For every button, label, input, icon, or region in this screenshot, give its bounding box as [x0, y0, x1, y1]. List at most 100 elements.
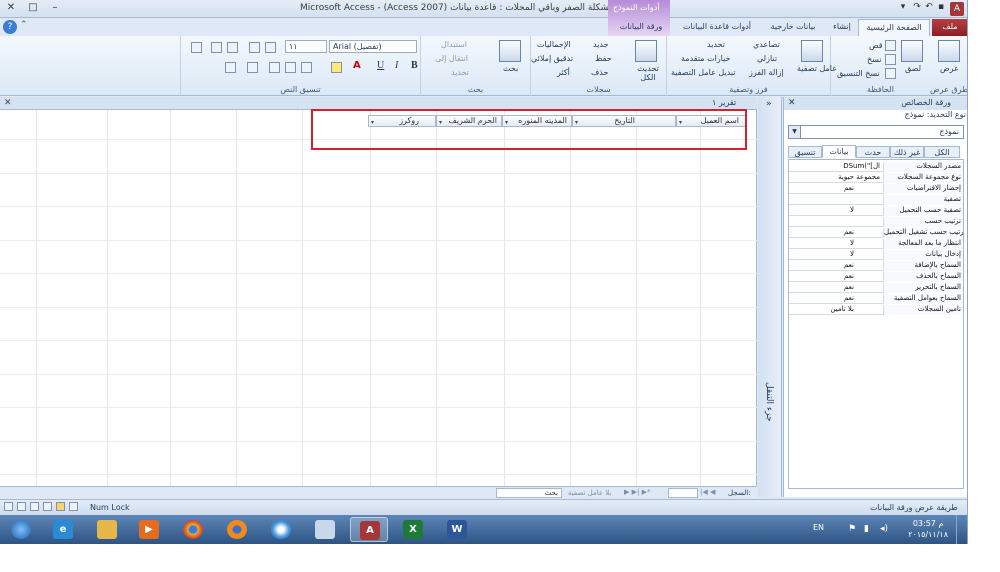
- qat-customize-icon[interactable]: ▾: [896, 2, 910, 15]
- gridlines-icon[interactable]: [247, 62, 258, 73]
- format-painter-button[interactable]: نسخ التنسيق: [837, 69, 880, 78]
- chrome-icon[interactable]: [174, 517, 212, 542]
- property-row[interactable]: بلا تأمين تأمين السجلات: [789, 305, 963, 315]
- form-view-icon[interactable]: [69, 502, 78, 511]
- property-value[interactable]: نعم: [789, 261, 882, 271]
- property-tab-event[interactable]: حدث: [856, 146, 890, 158]
- tab-home[interactable]: الصفحة الرئيسية: [858, 19, 930, 36]
- view-button[interactable]: عرض: [940, 64, 959, 73]
- first-record-icon[interactable]: |◀ ◀: [700, 488, 715, 496]
- chevron-down-icon[interactable]: ▼: [789, 126, 801, 138]
- filter-icon[interactable]: [801, 40, 823, 62]
- remove-sort-button[interactable]: إزالة الفرز: [749, 68, 784, 77]
- paint-icon[interactable]: [306, 517, 344, 542]
- property-tab-format[interactable]: تنسيق: [788, 146, 822, 158]
- swirl-app-icon[interactable]: [262, 517, 300, 542]
- access-taskbar-icon[interactable]: A: [350, 517, 388, 542]
- find-icon[interactable]: [499, 40, 521, 62]
- property-value[interactable]: بلا تأمين: [789, 305, 882, 315]
- alternate-row-color-icon[interactable]: [225, 62, 236, 73]
- advanced-filter-button[interactable]: خيارات متقدمة: [681, 54, 730, 63]
- ascending-button[interactable]: تصاعدي: [753, 40, 780, 49]
- view-icon[interactable]: [938, 40, 960, 62]
- property-row[interactable]: مجموعة حيوية نوع مجموعة السجلات: [789, 173, 963, 183]
- close-button[interactable]: ✕: [0, 0, 22, 16]
- property-value[interactable]: لا: [789, 250, 882, 260]
- property-value[interactable]: [789, 195, 882, 205]
- no-filter-button[interactable]: بلا عامل تصفية: [568, 489, 611, 497]
- font-size-combo[interactable]: ١١: [285, 40, 327, 53]
- property-row[interactable]: لا إدخال بيانات: [789, 250, 963, 260]
- property-row[interactable]: لا تصفية حسب التحميل: [789, 206, 963, 216]
- italic-button[interactable]: I: [395, 60, 398, 71]
- bold-button[interactable]: B: [411, 60, 418, 71]
- navigation-pane[interactable]: » جزء التنقل: [758, 97, 782, 497]
- network-icon[interactable]: ▮: [864, 524, 869, 534]
- outdent-icon[interactable]: [211, 42, 222, 53]
- property-row[interactable]: نعم السماح بالإضافة: [789, 261, 963, 271]
- layout-view-icon[interactable]: [17, 502, 26, 511]
- maximize-button[interactable]: □: [22, 0, 44, 16]
- property-row[interactable]: نعم السماح بعوامل التصفية: [789, 294, 963, 304]
- toggle-filter-button[interactable]: تبديل عامل التصفية: [671, 68, 736, 77]
- media-player-icon[interactable]: ▶: [130, 517, 168, 542]
- file-explorer-icon[interactable]: [88, 517, 126, 542]
- close-document-icon[interactable]: ✕: [4, 98, 12, 108]
- underline-button[interactable]: U: [377, 60, 384, 71]
- select-button[interactable]: تحديد: [451, 68, 469, 77]
- refresh-all-button[interactable]: تحديث الكل: [631, 64, 665, 82]
- ribbon-minimize-icon[interactable]: ⌃: [20, 20, 28, 30]
- property-value[interactable]: نعم: [789, 283, 882, 293]
- replace-button[interactable]: استبدال: [441, 40, 467, 49]
- font-combo[interactable]: Arial (تفصيل): [329, 40, 417, 53]
- numbering-icon[interactable]: [249, 42, 260, 53]
- minimize-button[interactable]: –: [44, 0, 66, 16]
- descending-button[interactable]: تنازلي: [757, 54, 777, 63]
- save-record-button[interactable]: حفظ: [595, 54, 612, 63]
- tab-external-data[interactable]: بيانات خارجية: [762, 19, 824, 36]
- filter-button[interactable]: عامل تصفية: [797, 64, 837, 73]
- property-row[interactable]: نعم السماح بالتحرير: [789, 283, 963, 293]
- word-icon[interactable]: W: [438, 517, 476, 542]
- property-value[interactable]: لا: [789, 239, 882, 249]
- copy-button[interactable]: نسخ: [867, 55, 882, 64]
- last-record-icon[interactable]: ▶ ▶| ▶*: [624, 488, 650, 496]
- cut-button[interactable]: قص: [869, 41, 883, 50]
- align-left-icon[interactable]: [269, 62, 280, 73]
- pivot-table-view-icon[interactable]: [43, 502, 52, 511]
- system-clock[interactable]: 03:57 م ٢٠١٥/١١/١٨: [908, 518, 948, 540]
- more-button[interactable]: أكثر: [557, 68, 570, 77]
- property-tab-all[interactable]: الكل: [924, 146, 960, 158]
- paste-button[interactable]: لصق: [905, 64, 921, 73]
- property-row[interactable]: تصفية: [789, 195, 963, 205]
- help-icon[interactable]: ?: [3, 20, 17, 34]
- property-tab-data[interactable]: بيانات: [822, 145, 856, 158]
- form-design-area[interactable]: اسم العميل ▾ التاريخ ▾ المدينه المنوره ▾…: [0, 110, 757, 486]
- property-value[interactable]: لا: [789, 206, 882, 216]
- tab-datasheet[interactable]: ورقة البيانات: [610, 19, 672, 36]
- delete-record-button[interactable]: حذف: [591, 68, 608, 77]
- show-desktop-button[interactable]: [956, 515, 967, 544]
- indent-icon[interactable]: [227, 42, 238, 53]
- property-row[interactable]: نعم إحضار الافتراضيات: [789, 184, 963, 194]
- tab-database-tools[interactable]: أدوات قاعدة البيانات: [674, 19, 760, 36]
- flag-icon[interactable]: ⚑: [848, 524, 856, 534]
- property-row[interactable]: ترتيب حسب: [789, 217, 963, 227]
- find-button[interactable]: بحث: [503, 64, 518, 73]
- property-value[interactable]: نعم: [789, 228, 882, 238]
- start-orb-icon[interactable]: [2, 517, 40, 542]
- highlight-color-icon[interactable]: [331, 62, 342, 73]
- excel-icon[interactable]: X: [394, 517, 432, 542]
- format-painter-icon[interactable]: [885, 68, 896, 79]
- property-value[interactable]: نعم: [789, 184, 882, 194]
- refresh-all-icon[interactable]: [635, 40, 657, 62]
- bullets-icon[interactable]: [265, 42, 276, 53]
- record-number-input[interactable]: [668, 488, 698, 498]
- access-app-icon[interactable]: A: [950, 2, 964, 16]
- volume-icon[interactable]: ◂): [880, 524, 888, 534]
- cut-icon[interactable]: [885, 40, 896, 51]
- property-row[interactable]: DSum("[ال مصدر السجلات: [789, 162, 963, 172]
- property-value[interactable]: نعم: [789, 294, 882, 304]
- spelling-button[interactable]: تدقيق إملائي: [531, 54, 573, 63]
- search-input[interactable]: بحث: [496, 488, 562, 498]
